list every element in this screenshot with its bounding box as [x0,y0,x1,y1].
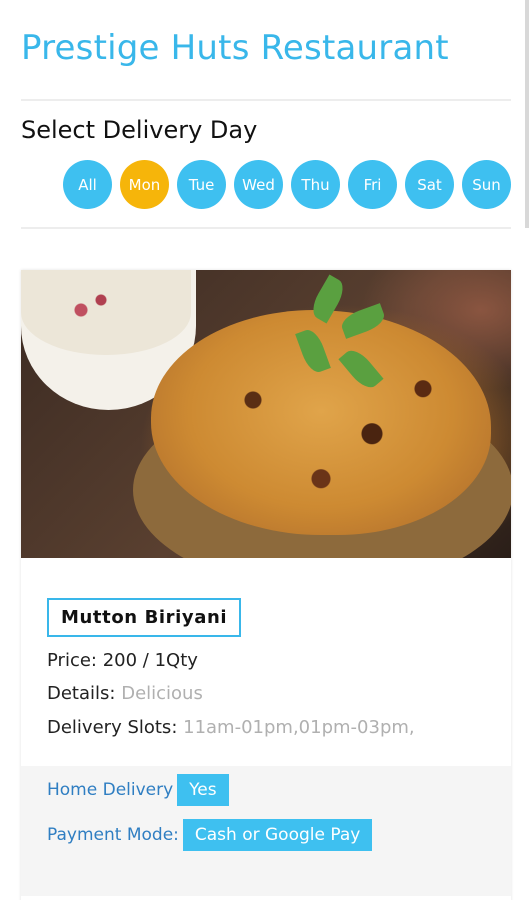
details-line: Details: Delicious [47,683,203,704]
menu-item-card: Mutton Biriyani Price: 200 / 1Qty Detail… [21,270,511,900]
header-divider [21,99,511,101]
details-value: Delicious [121,683,203,704]
payment-mode-badge: Cash or Google Pay [182,819,373,851]
day-thu-button[interactable]: Thu [291,160,340,209]
price-label: Price: [47,650,97,671]
payment-mode-label: Payment Mode: [47,825,179,845]
price-line: Price: 200 / 1Qty [47,650,198,671]
delivery-slots-value: 11am-01pm,01pm-03pm, [183,717,415,738]
home-delivery-row: Home Delivery Yes [47,774,229,806]
page-title: Prestige Huts Restaurant [21,28,449,68]
day-tue-button[interactable]: Tue [177,160,226,209]
delivery-slots-line: Delivery Slots: 11am-01pm,01pm-03pm, [47,717,415,738]
details-label: Details: [47,683,116,704]
scrollbar-edge [525,0,529,228]
section-divider [21,227,511,229]
day-sun-button[interactable]: Sun [462,160,511,209]
delivery-day-heading: Select Delivery Day [21,116,258,144]
order-options: Home Delivery Yes Payment Mode: Cash or … [21,766,511,896]
home-delivery-badge: Yes [177,774,229,806]
day-wed-button[interactable]: Wed [234,160,283,209]
day-fri-button[interactable]: Fri [348,160,397,209]
day-all-button[interactable]: All [63,160,112,209]
day-selector: All Mon Tue Wed Thu Fri Sat Sun [63,160,511,209]
home-delivery-label: Home Delivery [47,780,174,800]
restaurant-page: Prestige Huts Restaurant Select Delivery… [0,0,529,900]
payment-mode-row: Payment Mode: Cash or Google Pay [47,819,373,851]
food-image [21,270,511,558]
item-name-badge: Mutton Biriyani [47,598,242,637]
day-sat-button[interactable]: Sat [405,160,454,209]
day-mon-button[interactable]: Mon [120,160,169,209]
price-value: 200 / 1Qty [102,650,198,671]
delivery-slots-label: Delivery Slots: [47,717,178,738]
